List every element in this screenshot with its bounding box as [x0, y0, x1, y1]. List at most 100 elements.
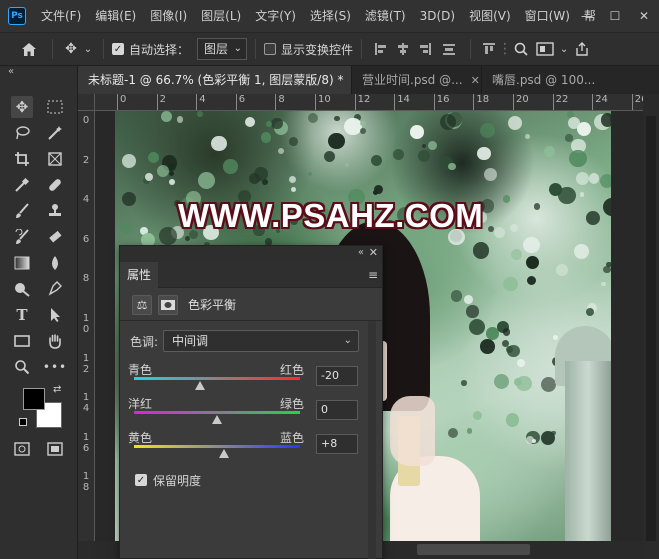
bokeh-speck — [288, 175, 296, 183]
magenta-green-slider-track[interactable] — [134, 411, 300, 414]
pen-tool-icon[interactable] — [44, 278, 66, 300]
preserve-luminosity-checkbox[interactable]: ✓ — [135, 474, 147, 486]
panel-scrollbar[interactable] — [368, 321, 376, 559]
quick-mask-icon[interactable] — [11, 438, 33, 460]
yellow-blue-value-field[interactable]: +8 — [316, 434, 358, 454]
move-tool-icon[interactable]: ✥ — [11, 96, 33, 118]
align-right-icon[interactable] — [414, 42, 436, 56]
show-transform-checkbox[interactable] — [264, 43, 277, 55]
distribute-icon[interactable] — [436, 42, 462, 56]
move-tool-icon[interactable]: ✥ — [61, 41, 81, 57]
maximize-button[interactable]: ☐ — [600, 0, 630, 32]
layer-mode-select[interactable]: 图层 ⌄ — [197, 38, 248, 60]
menu-window[interactable]: 窗口(W) — [518, 0, 577, 32]
bokeh-speck — [510, 223, 519, 232]
document-tab[interactable]: 营业时间.psd @... ✕ — [352, 66, 482, 94]
magenta-label: 洋红 — [128, 397, 153, 411]
minimize-button[interactable]: — — [572, 0, 602, 32]
magic-wand-tool-icon[interactable] — [44, 122, 66, 144]
search-icon[interactable] — [511, 42, 531, 56]
panel-menu-icon[interactable]: ≡ — [368, 268, 378, 282]
ruler-tick-label: 22 — [552, 94, 568, 110]
layer-mask-icon[interactable] — [158, 294, 178, 315]
swap-colors-icon[interactable]: ⇄ — [53, 384, 61, 395]
lasso-tool-icon[interactable] — [11, 122, 33, 144]
align-center-icon[interactable] — [392, 42, 414, 56]
hand-tool-icon[interactable] — [44, 330, 66, 352]
chevron-down-icon[interactable]: ⌄ — [559, 44, 569, 55]
vertical-scroll-thumb[interactable] — [646, 116, 656, 541]
cyan-red-slider-track[interactable] — [134, 377, 300, 380]
brush-tool-icon[interactable] — [11, 200, 33, 222]
healing-brush-tool-icon[interactable] — [44, 174, 66, 196]
bokeh-speck — [260, 132, 272, 144]
chevron-down-icon[interactable]: ⌄ — [81, 44, 95, 55]
bokeh-speck — [254, 167, 268, 181]
eraser-tool-icon[interactable] — [44, 226, 66, 248]
bokeh-speck — [147, 152, 159, 163]
menu-edit[interactable]: 编辑(E) — [88, 0, 143, 32]
collapse-panel-icon[interactable]: « — [8, 66, 14, 77]
blur-tool-icon[interactable] — [44, 252, 66, 274]
share-icon[interactable] — [569, 42, 595, 56]
yellow-blue-slider-track[interactable] — [134, 445, 300, 448]
align-top-icon[interactable] — [479, 42, 499, 56]
zoom-tool-icon[interactable] — [11, 356, 33, 378]
ruler-tick-label: 10 — [82, 313, 90, 335]
dodge-tool-icon[interactable] — [11, 278, 33, 300]
horizontal-scroll-thumb[interactable] — [417, 544, 530, 555]
type-tool-icon[interactable]: T — [11, 304, 33, 326]
cyan-red-value-field[interactable]: -20 — [316, 366, 358, 386]
default-colors-icon[interactable] — [19, 418, 27, 426]
menu-select[interactable]: 选择(S) — [303, 0, 358, 32]
clone-stamp-tool-icon[interactable] — [44, 200, 66, 222]
bokeh-speck — [493, 226, 505, 238]
close-window-button[interactable]: ✕ — [629, 0, 659, 32]
ruler-tick-label: 18 — [473, 94, 489, 110]
workspace-icon[interactable] — [531, 42, 559, 56]
document-tab-active[interactable]: 未标题-1 @ 66.7% (色彩平衡 1, 图层蒙版/8) *✕ — [78, 66, 352, 94]
marquee-tool-icon[interactable] — [44, 96, 66, 118]
panel-title-strip[interactable]: « ✕ — [120, 246, 382, 262]
cyan-red-slider-thumb[interactable] — [195, 381, 206, 390]
frame-tool-icon[interactable] — [44, 148, 66, 170]
history-brush-tool-icon[interactable] — [11, 226, 33, 248]
more-tools-icon[interactable]: ••• — [43, 356, 66, 378]
bokeh-speck — [553, 335, 559, 341]
balance-scale-icon[interactable]: ⚖ — [132, 294, 152, 315]
foreground-color-swatch[interactable] — [23, 388, 45, 410]
menu-3d[interactable]: 3D(D) — [413, 0, 462, 32]
crop-tool-icon[interactable] — [11, 148, 33, 170]
bokeh-speck — [447, 428, 458, 439]
magenta-green-value-field[interactable]: 0 — [316, 400, 358, 420]
yellow-blue-slider-thumb[interactable] — [218, 449, 229, 458]
menu-file[interactable]: 文件(F) — [34, 0, 88, 32]
vertical-scrollbar[interactable] — [643, 94, 659, 541]
screen-mode-icon[interactable] — [44, 438, 66, 460]
eyedropper-tool-icon[interactable] — [11, 174, 33, 196]
more-options-icon[interactable]: ⋮ — [498, 41, 512, 57]
collapse-panel-icon[interactable]: « — [358, 247, 364, 258]
document-tab[interactable]: 嘴唇.psd @ 100... — [482, 66, 602, 94]
bokeh-speck — [526, 276, 536, 286]
menu-type[interactable]: 文字(Y) — [248, 0, 303, 32]
menu-filter[interactable]: 滤镜(T) — [358, 0, 413, 32]
home-icon[interactable] — [14, 42, 44, 57]
tone-select[interactable]: 中间调 ⌄ — [163, 330, 359, 352]
gradient-tool-icon[interactable] — [11, 252, 33, 274]
path-selection-tool-icon[interactable] — [44, 304, 66, 326]
close-panel-icon[interactable]: ✕ — [369, 246, 378, 259]
menu-image[interactable]: 图像(I) — [143, 0, 194, 32]
bokeh-speck — [472, 410, 482, 420]
bokeh-speck — [307, 171, 313, 177]
auto-select-checkbox[interactable]: ✓ — [112, 43, 124, 55]
tab-properties[interactable]: 属性 — [120, 262, 158, 288]
menu-layer[interactable]: 图层(L) — [194, 0, 248, 32]
bokeh-speck — [606, 261, 611, 267]
bokeh-speck — [544, 146, 555, 157]
magenta-green-slider-thumb[interactable] — [212, 415, 222, 424]
close-tab-icon[interactable]: ✕ — [471, 74, 480, 87]
align-left-icon[interactable] — [370, 42, 392, 56]
rectangle-tool-icon[interactable] — [11, 330, 33, 352]
menu-view[interactable]: 视图(V) — [462, 0, 518, 32]
